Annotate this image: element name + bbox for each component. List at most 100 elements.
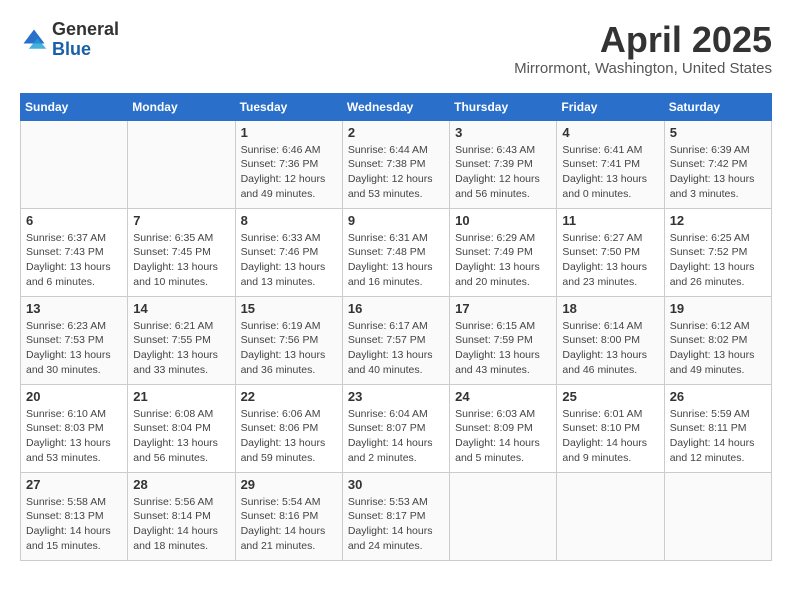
day-number: 18: [562, 301, 658, 316]
calendar-cell: 8 Sunrise: 6:33 AM Sunset: 7:46 PM Daylig…: [235, 208, 342, 296]
calendar-week-row: 13 Sunrise: 6:23 AM Sunset: 7:53 PM Dayli…: [21, 296, 772, 384]
calendar-cell: 20 Sunrise: 6:10 AM Sunset: 8:03 PM Dayli…: [21, 384, 128, 472]
day-info: Sunrise: 6:14 AM Sunset: 8:00 PM Dayligh…: [562, 319, 658, 378]
calendar-cell: 22 Sunrise: 6:06 AM Sunset: 8:06 PM Dayli…: [235, 384, 342, 472]
day-info: Sunrise: 6:46 AM Sunset: 7:36 PM Dayligh…: [241, 143, 337, 202]
weekday-header-wednesday: Wednesday: [342, 93, 449, 120]
weekday-header-thursday: Thursday: [450, 93, 557, 120]
day-info: Sunrise: 6:12 AM Sunset: 8:02 PM Dayligh…: [670, 319, 766, 378]
day-number: 20: [26, 389, 122, 404]
calendar-table: SundayMondayTuesdayWednesdayThursdayFrid…: [20, 93, 772, 561]
day-number: 11: [562, 213, 658, 228]
day-number: 24: [455, 389, 551, 404]
day-info: Sunrise: 5:59 AM Sunset: 8:11 PM Dayligh…: [670, 407, 766, 466]
calendar-cell: 26Sunrise: 5:59 AM Sunset: 8:11 PM Dayli…: [664, 384, 771, 472]
weekday-header-monday: Monday: [128, 93, 235, 120]
day-info: Sunrise: 6:21 AM Sunset: 7:55 PM Dayligh…: [133, 319, 229, 378]
calendar-week-row: 6 Sunrise: 6:37 AM Sunset: 7:43 PM Daylig…: [21, 208, 772, 296]
calendar-cell: 19 Sunrise: 6:12 AM Sunset: 8:02 PM Dayli…: [664, 296, 771, 384]
day-info: Sunrise: 6:31 AM Sunset: 7:48 PM Dayligh…: [348, 231, 444, 290]
calendar-cell: 25 Sunrise: 6:01 AM Sunset: 8:10 PM Dayli…: [557, 384, 664, 472]
day-info: Sunrise: 5:56 AM Sunset: 8:14 PM Dayligh…: [133, 495, 229, 554]
day-number: 12: [670, 213, 766, 228]
day-number: 10: [455, 213, 551, 228]
main-title: April 2025: [514, 20, 772, 60]
logo-icon: [20, 26, 48, 54]
calendar-cell: 28 Sunrise: 5:56 AM Sunset: 8:14 PM Dayli…: [128, 472, 235, 560]
day-info: Sunrise: 6:03 AM Sunset: 8:09 PM Dayligh…: [455, 407, 551, 466]
logo-text: General Blue: [52, 20, 119, 60]
day-number: 1: [241, 125, 337, 140]
day-info: Sunrise: 6:01 AM Sunset: 8:10 PM Dayligh…: [562, 407, 658, 466]
day-number: 27: [26, 477, 122, 492]
calendar-cell: 23 Sunrise: 6:04 AM Sunset: 8:07 PM Dayli…: [342, 384, 449, 472]
calendar-week-row: 1 Sunrise: 6:46 AM Sunset: 7:36 PM Daylig…: [21, 120, 772, 208]
day-number: 17: [455, 301, 551, 316]
day-number: 16: [348, 301, 444, 316]
calendar-header: SundayMondayTuesdayWednesdayThursdayFrid…: [21, 93, 772, 120]
calendar-cell: 27 Sunrise: 5:58 AM Sunset: 8:13 PM Dayli…: [21, 472, 128, 560]
day-number: 28: [133, 477, 229, 492]
day-info: Sunrise: 6:27 AM Sunset: 7:50 PM Dayligh…: [562, 231, 658, 290]
logo: General Blue: [20, 20, 119, 60]
day-info: Sunrise: 6:15 AM Sunset: 7:59 PM Dayligh…: [455, 319, 551, 378]
day-number: 4: [562, 125, 658, 140]
calendar-cell: 11 Sunrise: 6:27 AM Sunset: 7:50 PM Dayli…: [557, 208, 664, 296]
day-number: 23: [348, 389, 444, 404]
day-info: Sunrise: 5:54 AM Sunset: 8:16 PM Dayligh…: [241, 495, 337, 554]
calendar-cell: 5 Sunrise: 6:39 AM Sunset: 7:42 PM Daylig…: [664, 120, 771, 208]
calendar-cell: 18 Sunrise: 6:14 AM Sunset: 8:00 PM Dayli…: [557, 296, 664, 384]
calendar-cell: 12 Sunrise: 6:25 AM Sunset: 7:52 PM Dayli…: [664, 208, 771, 296]
calendar-cell: 24 Sunrise: 6:03 AM Sunset: 8:09 PM Dayli…: [450, 384, 557, 472]
calendar-cell: 17 Sunrise: 6:15 AM Sunset: 7:59 PM Dayli…: [450, 296, 557, 384]
day-info: Sunrise: 6:43 AM Sunset: 7:39 PM Dayligh…: [455, 143, 551, 202]
weekday-header-friday: Friday: [557, 93, 664, 120]
day-number: 29: [241, 477, 337, 492]
calendar-cell: 13 Sunrise: 6:23 AM Sunset: 7:53 PM Dayli…: [21, 296, 128, 384]
calendar-body: 1 Sunrise: 6:46 AM Sunset: 7:36 PM Daylig…: [21, 120, 772, 560]
calendar-cell: 3Sunrise: 6:43 AM Sunset: 7:39 PM Daylig…: [450, 120, 557, 208]
day-info: Sunrise: 5:53 AM Sunset: 8:17 PM Dayligh…: [348, 495, 444, 554]
calendar-cell: 4 Sunrise: 6:41 AM Sunset: 7:41 PM Daylig…: [557, 120, 664, 208]
day-info: Sunrise: 6:23 AM Sunset: 7:53 PM Dayligh…: [26, 319, 122, 378]
day-number: 5: [670, 125, 766, 140]
day-info: Sunrise: 6:08 AM Sunset: 8:04 PM Dayligh…: [133, 407, 229, 466]
day-info: Sunrise: 6:06 AM Sunset: 8:06 PM Dayligh…: [241, 407, 337, 466]
calendar-cell: 2Sunrise: 6:44 AM Sunset: 7:38 PM Daylig…: [342, 120, 449, 208]
calendar-cell: 9 Sunrise: 6:31 AM Sunset: 7:48 PM Daylig…: [342, 208, 449, 296]
calendar-cell: 16 Sunrise: 6:17 AM Sunset: 7:57 PM Dayli…: [342, 296, 449, 384]
day-number: 13: [26, 301, 122, 316]
location-subtitle: Mirrormont, Washington, United States: [514, 60, 772, 77]
calendar-cell: 15Sunrise: 6:19 AM Sunset: 7:56 PM Dayli…: [235, 296, 342, 384]
weekday-header-tuesday: Tuesday: [235, 93, 342, 120]
calendar-cell: [128, 120, 235, 208]
day-info: Sunrise: 6:33 AM Sunset: 7:46 PM Dayligh…: [241, 231, 337, 290]
day-number: 25: [562, 389, 658, 404]
day-number: 22: [241, 389, 337, 404]
calendar-cell: [664, 472, 771, 560]
calendar-cell: [450, 472, 557, 560]
day-info: Sunrise: 6:44 AM Sunset: 7:38 PM Dayligh…: [348, 143, 444, 202]
day-number: 8: [241, 213, 337, 228]
day-info: Sunrise: 6:41 AM Sunset: 7:41 PM Dayligh…: [562, 143, 658, 202]
day-number: 6: [26, 213, 122, 228]
day-info: Sunrise: 6:37 AM Sunset: 7:43 PM Dayligh…: [26, 231, 122, 290]
day-info: Sunrise: 6:25 AM Sunset: 7:52 PM Dayligh…: [670, 231, 766, 290]
day-info: Sunrise: 6:10 AM Sunset: 8:03 PM Dayligh…: [26, 407, 122, 466]
day-number: 19: [670, 301, 766, 316]
day-info: Sunrise: 6:17 AM Sunset: 7:57 PM Dayligh…: [348, 319, 444, 378]
page-header: General Blue April 2025 Mirrormont, Wash…: [20, 20, 772, 77]
day-info: Sunrise: 6:39 AM Sunset: 7:42 PM Dayligh…: [670, 143, 766, 202]
calendar-cell: 10Sunrise: 6:29 AM Sunset: 7:49 PM Dayli…: [450, 208, 557, 296]
day-number: 9: [348, 213, 444, 228]
day-info: Sunrise: 6:04 AM Sunset: 8:07 PM Dayligh…: [348, 407, 444, 466]
day-number: 30: [348, 477, 444, 492]
calendar-cell: [21, 120, 128, 208]
day-number: 15: [241, 301, 337, 316]
calendar-cell: 30 Sunrise: 5:53 AM Sunset: 8:17 PM Dayli…: [342, 472, 449, 560]
calendar-cell: [557, 472, 664, 560]
calendar-cell: 7Sunrise: 6:35 AM Sunset: 7:45 PM Daylig…: [128, 208, 235, 296]
day-info: Sunrise: 5:58 AM Sunset: 8:13 PM Dayligh…: [26, 495, 122, 554]
title-block: April 2025 Mirrormont, Washington, Unite…: [514, 20, 772, 77]
weekday-header-row: SundayMondayTuesdayWednesdayThursdayFrid…: [21, 93, 772, 120]
